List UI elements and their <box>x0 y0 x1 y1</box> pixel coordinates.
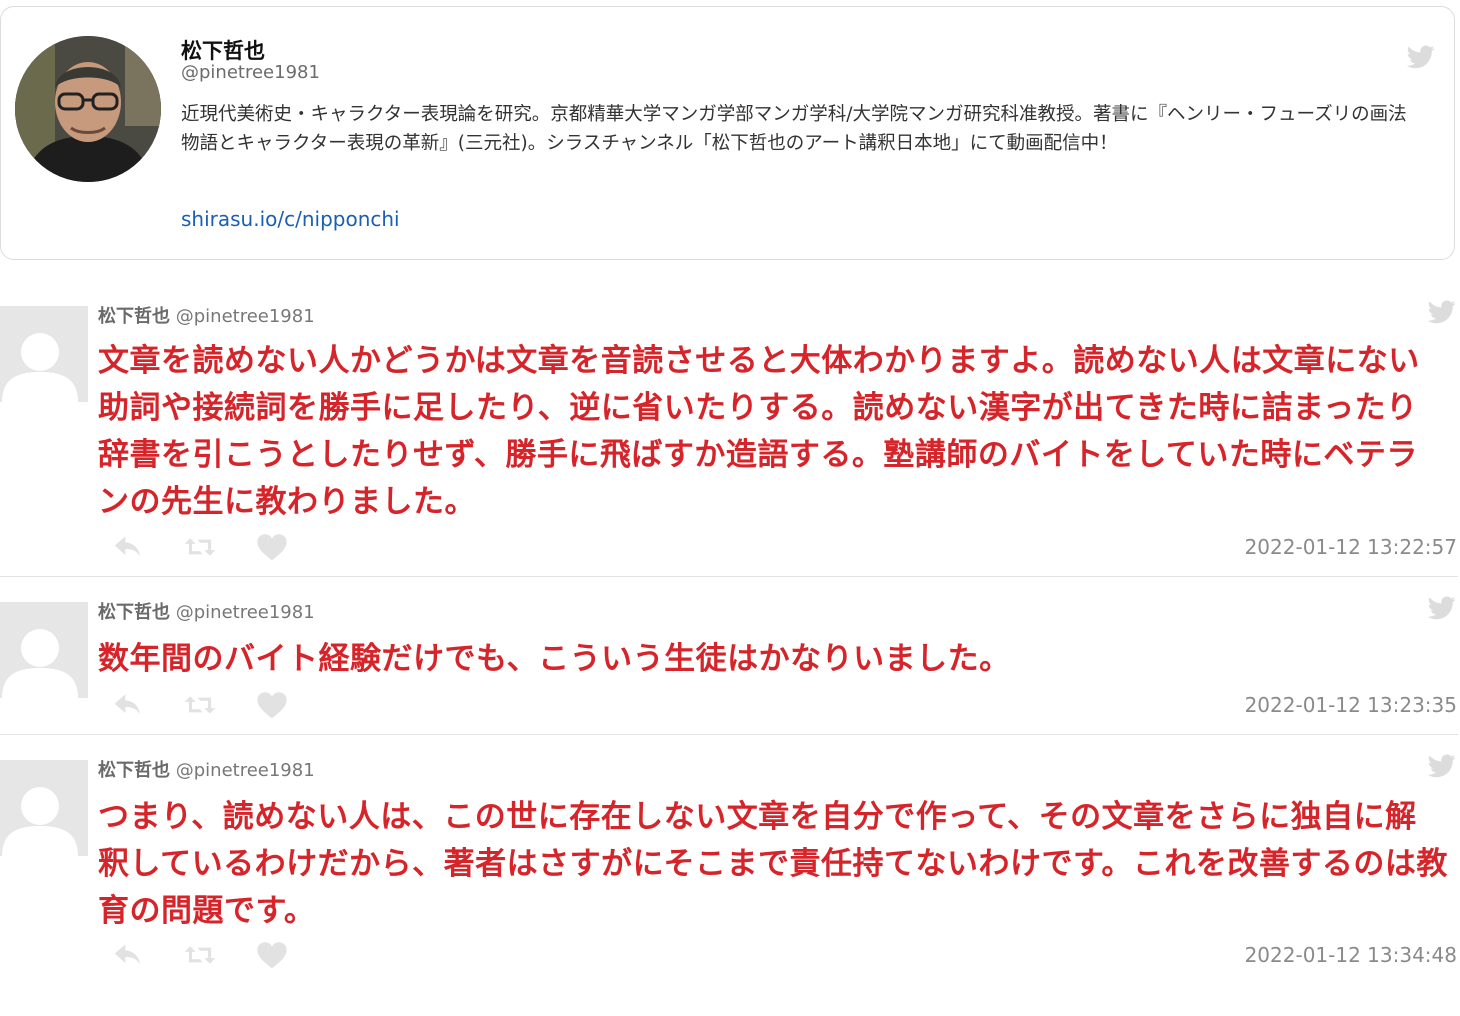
profile-avatar[interactable] <box>15 36 161 182</box>
tweet-author-name: 松下哲也 <box>98 760 170 781</box>
reply-icon[interactable] <box>112 691 144 719</box>
divider <box>0 734 1458 735</box>
retweet-icon[interactable] <box>184 691 216 719</box>
tweet-author-handle: @pinetree1981 <box>175 602 315 623</box>
tweet-timestamp[interactable]: 2022-01-12 13:22:57 <box>1245 535 1457 559</box>
heart-icon[interactable] <box>256 941 288 969</box>
avatar[interactable] <box>0 306 88 402</box>
retweet-icon[interactable] <box>184 533 216 561</box>
avatar[interactable] <box>0 602 88 698</box>
twitter-bird-icon <box>1428 300 1456 324</box>
twitter-bird-icon <box>1428 754 1456 778</box>
tweet-timestamp[interactable]: 2022-01-12 13:34:48 <box>1245 943 1457 967</box>
tweet-author-handle: @pinetree1981 <box>175 306 315 327</box>
twitter-bird-icon <box>1407 45 1435 69</box>
retweet-icon[interactable] <box>184 941 216 969</box>
tweet-text: つまり、読めない人は、この世に存在しない文章を自分で作って、その文章をさらに独自… <box>98 799 1448 929</box>
tweet-timestamp[interactable]: 2022-01-12 13:23:35 <box>1245 693 1457 717</box>
tweet-header: 松下哲也 @pinetree1981 <box>98 756 315 782</box>
tweet-header: 松下哲也 @pinetree1981 <box>98 598 315 624</box>
heart-icon[interactable] <box>256 691 288 719</box>
avatar[interactable] <box>0 760 88 856</box>
tweet-author-name: 松下哲也 <box>98 306 170 327</box>
tweet-author-handle: @pinetree1981 <box>175 760 315 781</box>
tweet-author-name: 松下哲也 <box>98 602 170 623</box>
reply-icon[interactable] <box>112 533 144 561</box>
profile-name: 松下哲也 <box>181 39 265 63</box>
tweet-text: 文章を読めない人かどうかは文章を音読させると大体わかりますよ。読めない人は文章に… <box>98 343 1420 520</box>
profile-card: 松下哲也 @pinetree1981 近現代美術史・キャラクター表現論を研究。京… <box>0 6 1455 260</box>
tweet-header: 松下哲也 @pinetree1981 <box>98 302 315 328</box>
divider <box>0 576 1458 577</box>
heart-icon[interactable] <box>256 533 288 561</box>
profile-bio: 近現代美術史・キャラクター表現論を研究。京都精華大学マンガ学部マンガ学科/大学院… <box>181 104 1407 154</box>
profile-handle: @pinetree1981 <box>181 62 320 83</box>
tweet-text: 数年間のバイト経験だけでも、こういう生徒はかなりいました。 <box>98 641 1011 677</box>
reply-icon[interactable] <box>112 941 144 969</box>
profile-link[interactable]: shirasu.io/c/nipponchi <box>181 207 400 231</box>
twitter-bird-icon <box>1428 596 1456 620</box>
